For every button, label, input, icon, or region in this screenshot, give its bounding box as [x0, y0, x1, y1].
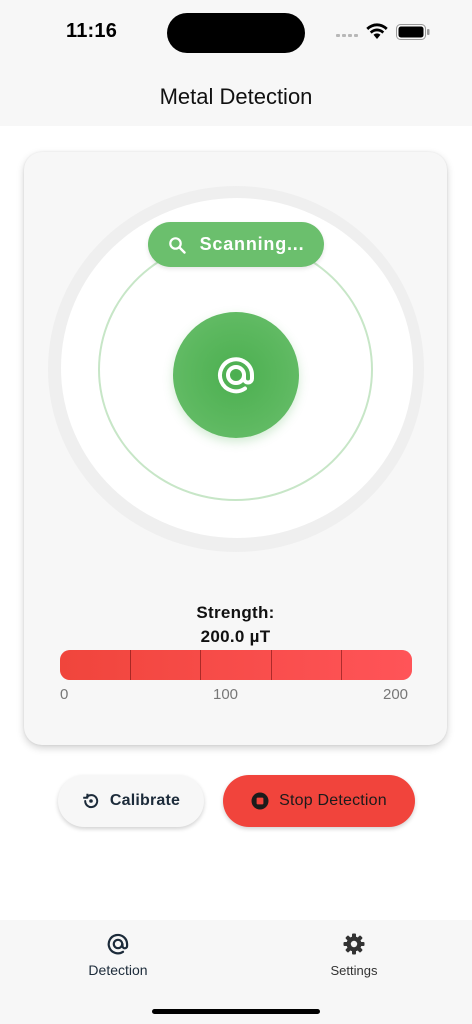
nav-item-detection[interactable]: Detection — [58, 932, 178, 978]
page-title: Metal Detection — [159, 84, 313, 109]
meter-tick — [130, 650, 131, 680]
wifi-icon — [366, 23, 388, 39]
stop-circle-icon — [251, 792, 269, 810]
history-icon — [83, 793, 99, 809]
at-sign-icon — [218, 357, 254, 394]
meter-tick — [341, 650, 342, 680]
strength-meter-fill — [60, 650, 412, 680]
detection-icon — [107, 933, 129, 955]
app-header: Metal Detection — [0, 64, 472, 126]
nav-item-settings[interactable]: Settings — [294, 932, 414, 978]
cellular-signal-icon — [336, 29, 362, 37]
scanning-status-text: Scanning... — [199, 234, 305, 254]
status-bar: 11:16 — [0, 0, 472, 64]
meter-scale-min: 0 — [60, 686, 69, 703]
detector-core — [173, 312, 299, 438]
meter-tick — [271, 650, 272, 680]
stop-detection-button[interactable]: Stop Detection — [223, 775, 415, 827]
search-icon — [168, 236, 186, 254]
strength-meter — [60, 650, 412, 680]
home-indicator — [152, 1009, 320, 1014]
strength-value: 200.0 µT — [200, 627, 271, 646]
bottom-navigation: Detection Settings — [0, 920, 472, 1024]
strength-label: Strength: — [196, 603, 275, 622]
nav-label-detection: Detection — [88, 962, 148, 978]
gear-icon — [343, 933, 365, 955]
nav-label-settings: Settings — [330, 963, 378, 978]
detection-card: Scanning... Strength: 200.0 µT 0 100 200 — [24, 152, 447, 745]
calibrate-label: Calibrate — [109, 792, 181, 809]
stop-detection-label: Stop Detection — [279, 792, 387, 809]
battery-icon — [396, 24, 430, 40]
dynamic-island — [167, 13, 305, 53]
scanning-status-pill: Scanning... — [148, 222, 324, 267]
meter-tick — [200, 650, 201, 680]
calibrate-button[interactable]: Calibrate — [58, 775, 204, 827]
meter-scale-max: 200 — [383, 686, 409, 703]
meter-scale-mid: 100 — [213, 686, 239, 703]
status-time: 11:16 — [66, 20, 118, 42]
